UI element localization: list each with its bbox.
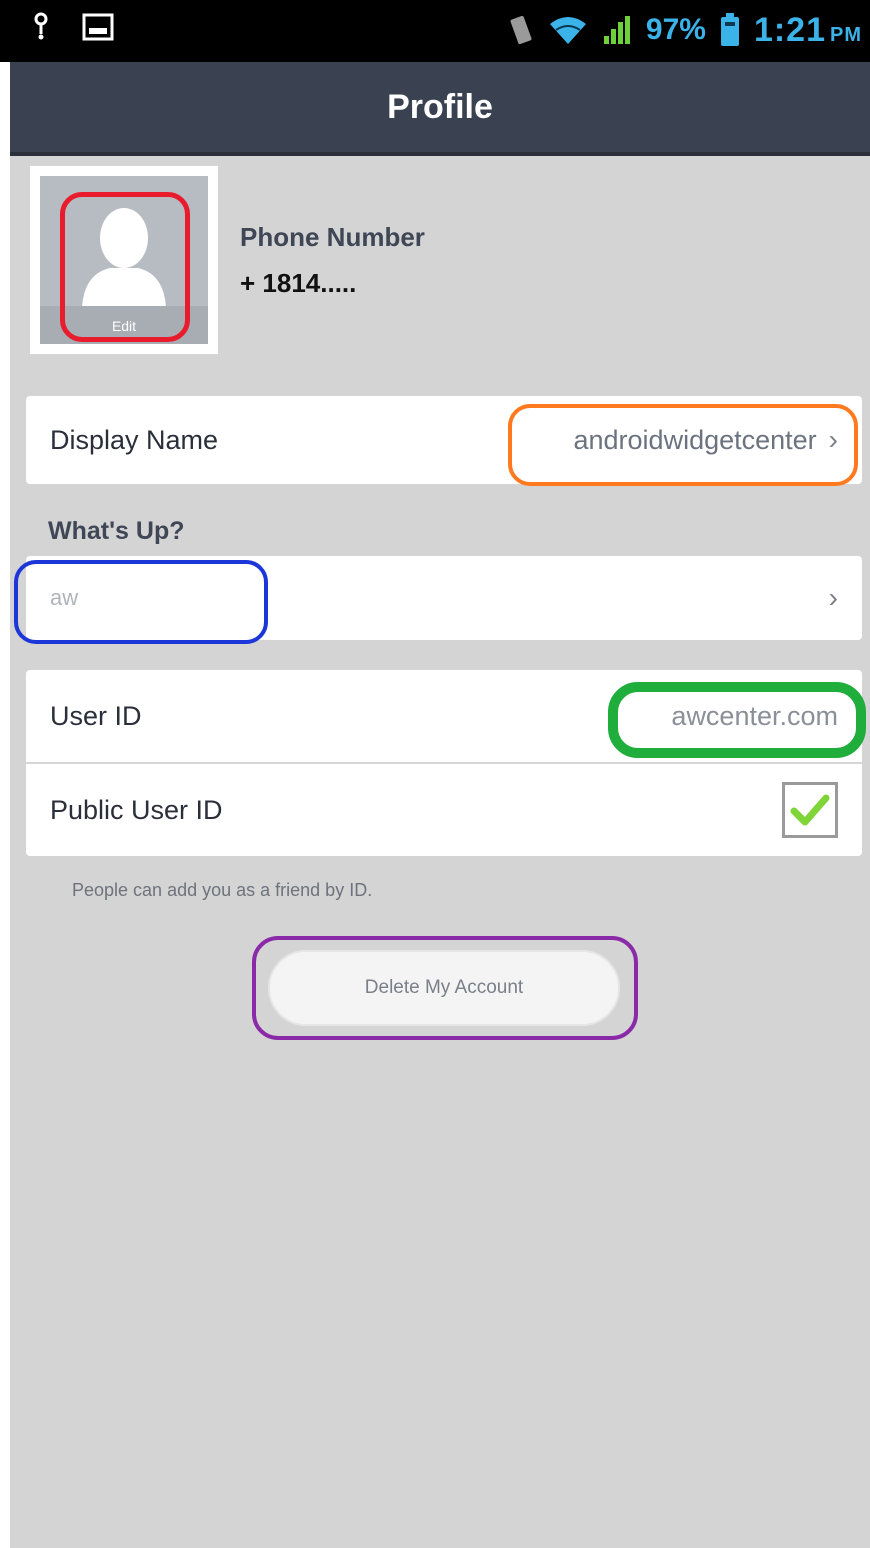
picture-notification-icon bbox=[82, 13, 114, 41]
public-user-id-row[interactable]: Public User ID bbox=[26, 764, 862, 856]
status-bar: 97% 1:21 PM bbox=[0, 0, 870, 62]
user-id-label: User ID bbox=[50, 700, 142, 731]
status-right-icons: 97% 1:21 PM bbox=[508, 10, 862, 50]
clock-ampm: PM bbox=[830, 23, 862, 46]
status-clock: 1:21 PM bbox=[754, 11, 862, 50]
chevron-right-icon: › bbox=[828, 582, 838, 613]
phone-number-value: + 1814..... bbox=[240, 268, 357, 298]
left-edge-strip bbox=[0, 62, 10, 1548]
whats-up-highlight-outline bbox=[14, 560, 268, 644]
wifi-icon bbox=[549, 17, 586, 44]
whats-up-section-label: What's Up? bbox=[48, 517, 185, 545]
delete-button-highlight-outline bbox=[252, 936, 638, 1040]
public-user-id-checkbox[interactable] bbox=[782, 782, 838, 838]
avatar-highlight-outline bbox=[60, 192, 190, 342]
phone-number-label: Phone Number bbox=[240, 222, 425, 252]
vibrate-icon bbox=[510, 15, 532, 45]
signal-icon bbox=[603, 16, 630, 44]
battery-icon bbox=[720, 13, 739, 46]
battery-percent: 97% bbox=[645, 13, 706, 46]
page-title: Profile bbox=[387, 87, 493, 126]
usb-debug-icon bbox=[34, 12, 48, 40]
clock-time: 1:21 bbox=[753, 10, 826, 49]
user-id-highlight-outline bbox=[608, 682, 866, 758]
public-user-id-label: Public User ID bbox=[50, 794, 223, 825]
public-id-hint: People can add you as a friend by ID. bbox=[72, 880, 373, 900]
checkmark-icon bbox=[790, 794, 830, 826]
display-name-label: Display Name bbox=[50, 424, 219, 455]
title-bar: Profile bbox=[10, 62, 870, 156]
status-left-icons bbox=[30, 12, 114, 42]
display-name-highlight-outline bbox=[508, 404, 858, 486]
